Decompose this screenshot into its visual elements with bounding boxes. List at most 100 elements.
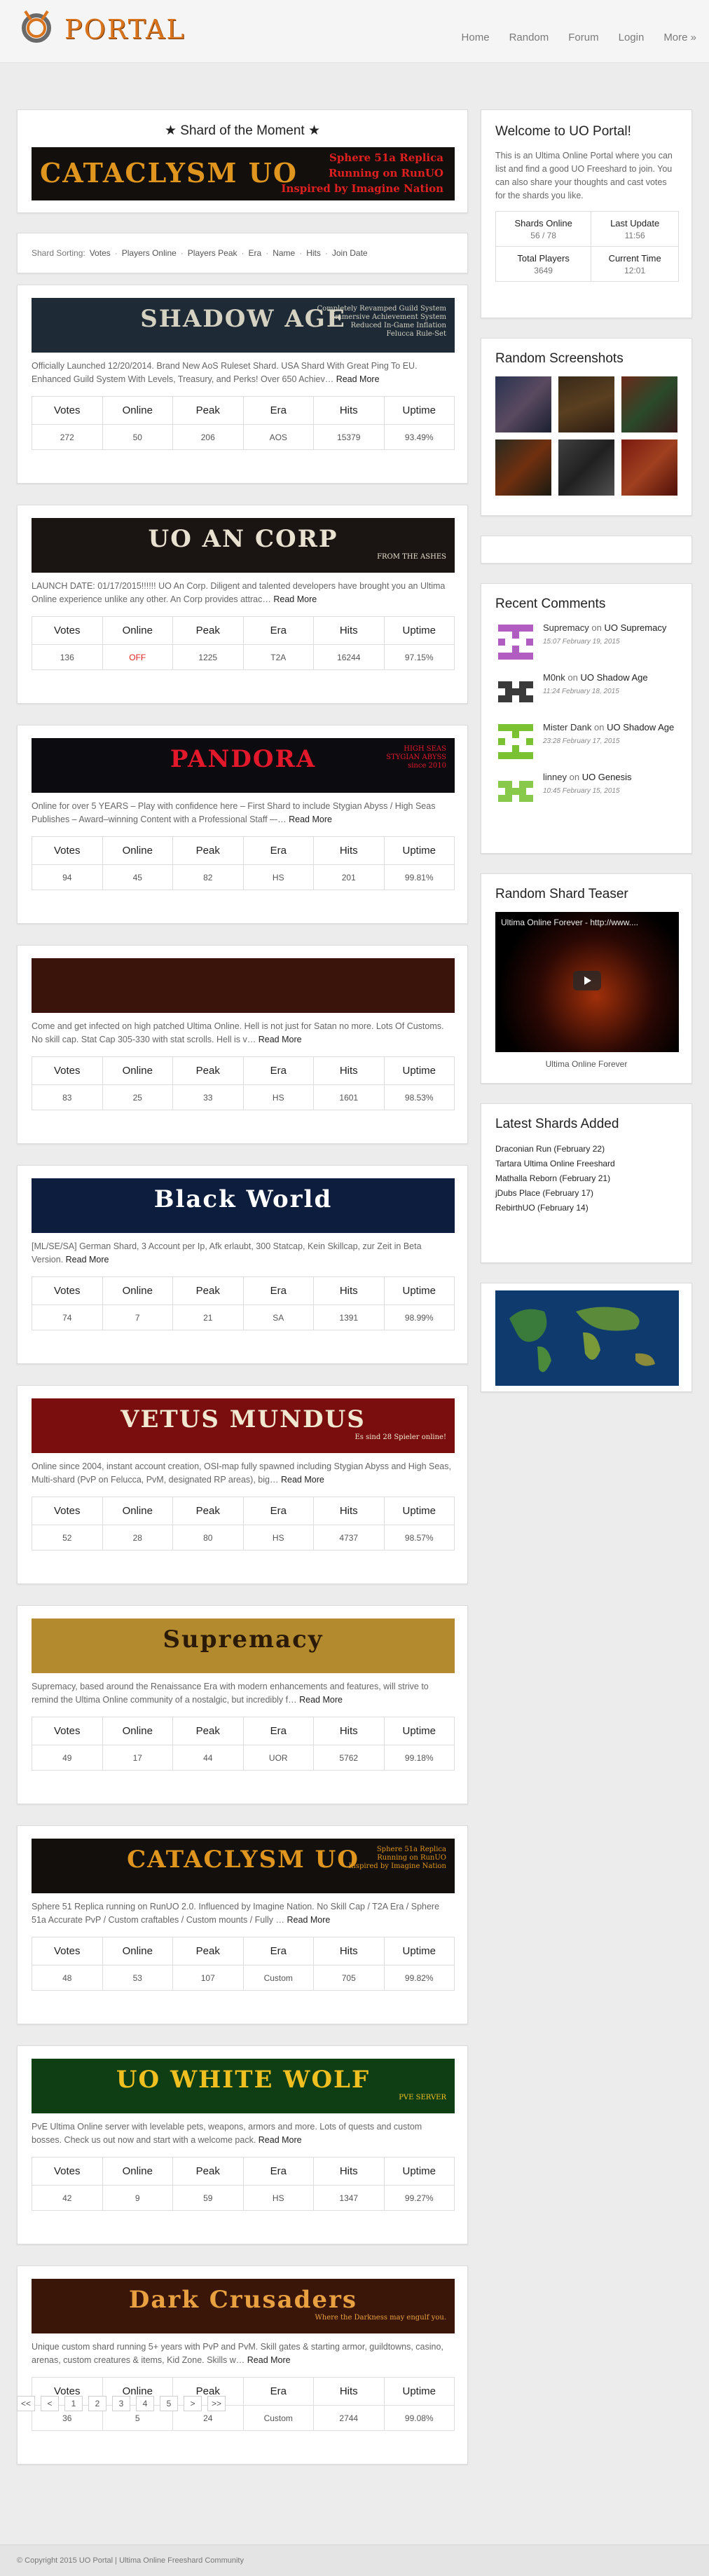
shard-banner[interactable]: UO AN CORP FROM THE ASHES [32, 518, 455, 573]
screenshot-thumbnail[interactable] [495, 439, 551, 496]
screenshot-thumbnail[interactable] [558, 439, 614, 496]
banner-tagline-2: Running on RunUO [328, 167, 443, 179]
shard-banner[interactable]: CATACLYSM UO Sphere 51a Replica Running on… [32, 1839, 455, 1893]
nav-home[interactable]: Home [452, 32, 500, 43]
read-more-link[interactable]: Read More [259, 2135, 302, 2145]
screenshot-thumbnail[interactable] [621, 439, 677, 496]
stats-value: 15379 [313, 424, 385, 450]
stats-header: Peak [172, 396, 244, 425]
comment-item: Supremacy on UO Supremacy 15:07 February … [495, 622, 677, 662]
read-more-link[interactable]: Read More [289, 815, 332, 824]
comment-on: on [569, 772, 580, 782]
logo[interactable]: PORTAL [15, 4, 184, 49]
shard-stats-table: Votes Online Peak Era Hits Uptime 272 50 206 AOS 1… [32, 396, 455, 450]
sort-era[interactable]: Era [249, 248, 262, 258]
stats-header: Era [242, 836, 314, 865]
shard-banner[interactable]: Dark Crusaders Where the Darkness may eng… [32, 2279, 455, 2333]
page-4[interactable]: 4 [136, 2396, 154, 2411]
sort-name[interactable]: Name [273, 248, 295, 258]
comment-shard-link[interactable]: UO Shadow Age [607, 722, 674, 732]
stats-header: Era [242, 1056, 314, 1085]
comment-author[interactable]: Supremacy [543, 622, 589, 633]
read-more-link[interactable]: Read More [259, 1035, 302, 1044]
latest-shard-link[interactable]: RebirthUO (February 14) [495, 1203, 588, 1213]
shard-banner[interactable]: PANDORA HIGH SEAS STYGIAN ABYSS since 2010 [32, 738, 455, 793]
screenshots-title: Random Screenshots [495, 351, 624, 366]
shard-banner[interactable]: SHADOW AGE Completely Revamped Guild Syst… [32, 298, 455, 353]
shard-card: VETUS MUNDUS Es sind 28 Spieler online! On… [17, 1385, 468, 1584]
avatar [498, 724, 533, 759]
read-more-link[interactable]: Read More [299, 1695, 343, 1705]
shard-banner[interactable]: VETUS MUNDUS Es sind 28 Spieler online! [32, 1398, 455, 1453]
page-last[interactable]: >> [207, 2396, 226, 2411]
shard-of-moment-banner[interactable]: CATACLYSM UO Sphere 51a Replica Running … [32, 147, 455, 200]
world-map-image[interactable] [495, 1290, 679, 1386]
teaser-video[interactable]: Ultima Online Forever - http://www.... [495, 912, 679, 1052]
description-text: Online since 2004, instant account creat… [32, 1461, 451, 1485]
screenshot-thumbnail[interactable] [558, 376, 614, 432]
stats-header: Votes [32, 1937, 103, 1965]
latest-shard-link[interactable]: jDubs Place (February 17) [495, 1188, 593, 1198]
page-5[interactable]: 5 [160, 2396, 178, 2411]
stats-header: Hits [313, 1056, 385, 1085]
welcome-widget: Welcome to UO Portal! This is an Ultima … [481, 109, 692, 318]
avatar [498, 681, 533, 702]
screenshot-thumbnail[interactable] [495, 376, 551, 432]
stats-header: Era [242, 1497, 314, 1525]
shard-card: Dark Crusaders Where the Darkness may eng… [17, 2265, 468, 2465]
stats-value: 45 [102, 864, 173, 890]
shard-banner[interactable]: Supremacy [32, 1618, 455, 1673]
read-more-link[interactable]: Read More [281, 1475, 324, 1485]
stats-value: HS [242, 2185, 314, 2211]
page-2[interactable]: 2 [88, 2396, 106, 2411]
stats-value: 33 [172, 1084, 244, 1110]
comment-shard-link[interactable]: UO Shadow Age [581, 672, 648, 683]
page-first[interactable]: << [17, 2396, 35, 2411]
latest-shard-link[interactable]: Tartara Ultima Online Freeshard [495, 1159, 615, 1168]
nav-random[interactable]: Random [500, 32, 559, 43]
world-map-widget [481, 1283, 692, 1392]
shard-banner[interactable]: Black World [32, 1178, 455, 1233]
comment-shard-link[interactable]: UO Supremacy [604, 622, 666, 633]
read-more-link[interactable]: Read More [247, 2355, 291, 2365]
sort-join-date[interactable]: Join Date [332, 248, 368, 258]
stats-header: Votes [32, 1497, 103, 1525]
read-more-link[interactable]: Read More [66, 1255, 109, 1265]
screenshot-thumbnail[interactable] [621, 376, 677, 432]
stats-value: 2744 [313, 2405, 385, 2431]
nav-login[interactable]: Login [609, 32, 654, 43]
stats-header: Hits [313, 1717, 385, 1745]
sort-hits[interactable]: Hits [306, 248, 321, 258]
read-more-link[interactable]: Read More [287, 1915, 331, 1925]
nav-forum[interactable]: Forum [558, 32, 608, 43]
stats-value: 1225 [172, 644, 244, 670]
read-more-link[interactable]: Read More [273, 594, 317, 604]
page-1[interactable]: 1 [64, 2396, 83, 2411]
latest-shard-link[interactable]: Mathalla Reborn (February 21) [495, 1173, 610, 1183]
page-3[interactable]: 3 [112, 2396, 130, 2411]
comment-author[interactable]: Mister Dank [543, 722, 591, 732]
shard-banner[interactable] [32, 958, 455, 1013]
sort-players-peak[interactable]: Players Peak [188, 248, 238, 258]
comment-author[interactable]: linney [543, 772, 567, 782]
read-more-link[interactable]: Read More [336, 374, 380, 384]
banner-title: UO WHITE WOLF [116, 2066, 371, 2094]
comment-author[interactable]: M0nk [543, 672, 565, 683]
stats-header: Online [102, 1497, 173, 1525]
sort-players-online[interactable]: Players Online [122, 248, 177, 258]
banner-tagline-3: Inspired by Imagine Nation [281, 182, 443, 195]
page-next[interactable]: > [184, 2396, 202, 2411]
shard-banner[interactable]: UO WHITE WOLF PVE SERVER [32, 2059, 455, 2113]
page-prev[interactable]: < [41, 2396, 59, 2411]
comment-shard-link[interactable]: UO Genesis [582, 772, 632, 782]
shard-description: LAUNCH DATE: 01/17/2015!!!!!! UO An Corp… [32, 580, 453, 608]
teaser-caption: Ultima Online Forever [545, 1059, 628, 1069]
stats-header: Hits [313, 836, 385, 865]
banner-tagline-1: Sphere 51a Replica [329, 151, 443, 164]
play-icon[interactable] [573, 971, 601, 990]
nav-more[interactable]: More » [654, 32, 696, 43]
latest-shard-link[interactable]: Draconian Run (February 22) [495, 1144, 605, 1154]
sort-votes[interactable]: Votes [90, 248, 111, 258]
stats-value: Custom [242, 2405, 314, 2431]
stats-value: 17 [102, 1745, 173, 1771]
